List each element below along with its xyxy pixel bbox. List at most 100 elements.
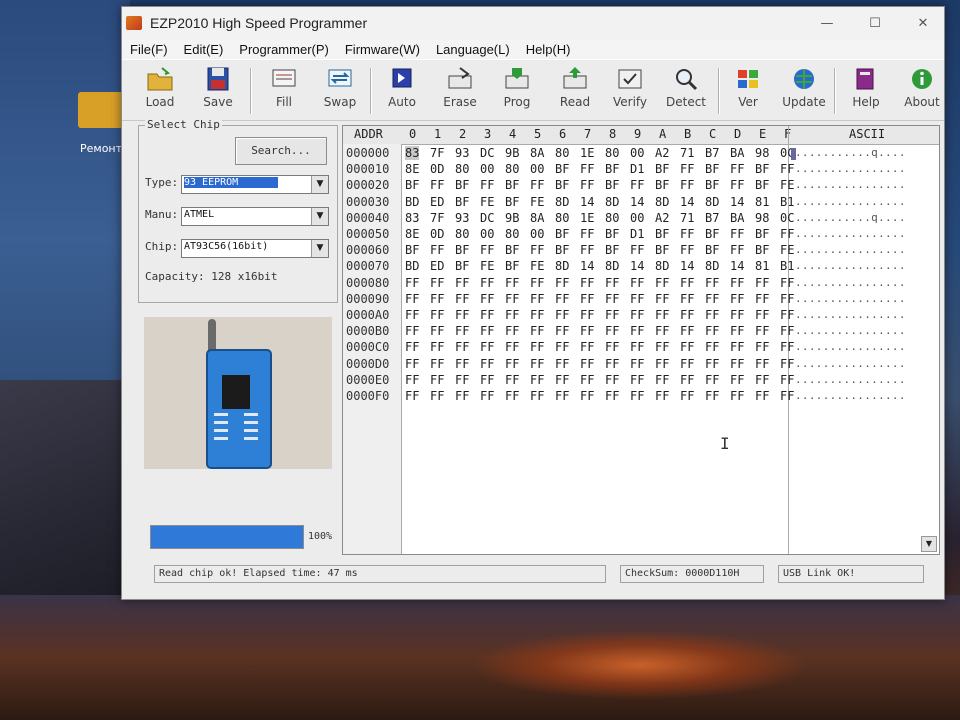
hex-byte[interactable]: 9B (505, 211, 519, 225)
hex-byte[interactable]: BF (605, 162, 619, 176)
hex-byte[interactable]: FF (730, 357, 744, 371)
hex-byte[interactable]: FF (505, 373, 519, 387)
hex-byte[interactable]: 80 (505, 162, 519, 176)
hex-byte[interactable]: FF (680, 373, 694, 387)
hex-byte[interactable]: FF (530, 340, 544, 354)
hex-byte[interactable]: FF (580, 308, 594, 322)
hex-byte[interactable]: 00 (630, 211, 644, 225)
hex-byte[interactable]: FF (580, 162, 594, 176)
hex-byte[interactable]: ED (430, 195, 444, 209)
hex-byte[interactable]: BF (455, 243, 469, 257)
hex-byte[interactable]: FF (605, 373, 619, 387)
ascii-text[interactable]: ................ (795, 389, 906, 402)
hex-byte[interactable]: 80 (505, 227, 519, 241)
hex-byte[interactable]: 8E (405, 227, 419, 241)
hex-byte[interactable]: 00 (480, 227, 494, 241)
hex-byte[interactable]: FF (455, 308, 469, 322)
hex-byte[interactable]: FF (530, 243, 544, 257)
hex-byte[interactable]: FF (755, 292, 769, 306)
hex-byte[interactable]: FF (680, 243, 694, 257)
hex-byte[interactable]: FF (405, 357, 419, 371)
hex-byte[interactable]: 8D (705, 195, 719, 209)
hex-byte[interactable]: FF (655, 308, 669, 322)
hex-byte[interactable]: FF (780, 227, 794, 241)
hex-byte[interactable]: FF (530, 373, 544, 387)
hex-byte[interactable]: BF (455, 195, 469, 209)
hex-byte[interactable]: FF (680, 227, 694, 241)
ascii-text[interactable]: ................ (795, 276, 906, 289)
hex-byte[interactable]: FF (730, 373, 744, 387)
hex-byte[interactable]: 98 (755, 146, 769, 160)
hex-byte[interactable]: BF (655, 243, 669, 257)
auto-button[interactable]: Auto (376, 64, 428, 118)
hex-byte[interactable]: FF (455, 292, 469, 306)
hex-byte[interactable]: FF (505, 308, 519, 322)
ascii-text[interactable]: ................ (795, 243, 906, 256)
hex-byte[interactable]: FF (555, 276, 569, 290)
hex-byte[interactable]: BF (705, 162, 719, 176)
type-select[interactable]: 93 EEPROM ▼ (181, 175, 329, 194)
hex-byte[interactable]: 8D (555, 259, 569, 273)
hex-byte[interactable]: FE (780, 243, 794, 257)
hex-byte[interactable]: FF (730, 292, 744, 306)
hex-byte[interactable]: FF (530, 178, 544, 192)
hex-byte[interactable]: BF (505, 178, 519, 192)
hex-byte[interactable]: 14 (630, 259, 644, 273)
hex-byte[interactable]: FF (580, 373, 594, 387)
hex-byte[interactable]: B1 (780, 195, 794, 209)
hex-byte[interactable]: FF (605, 276, 619, 290)
swap-button[interactable]: Swap (314, 64, 366, 118)
hex-byte[interactable]: FF (405, 324, 419, 338)
hex-byte[interactable]: 14 (730, 259, 744, 273)
hex-byte[interactable]: FF (530, 389, 544, 403)
hex-byte[interactable]: FF (580, 389, 594, 403)
hex-byte[interactable]: FF (580, 243, 594, 257)
hex-byte[interactable]: FF (405, 276, 419, 290)
hex-byte[interactable]: 8D (605, 195, 619, 209)
hex-byte[interactable]: BF (555, 227, 569, 241)
hex-byte[interactable]: FF (505, 357, 519, 371)
hex-byte[interactable]: FF (680, 389, 694, 403)
hex-byte[interactable]: FF (680, 292, 694, 306)
chevron-down-icon[interactable]: ▼ (311, 208, 328, 225)
hex-byte[interactable]: BF (455, 178, 469, 192)
hex-byte[interactable]: FF (580, 357, 594, 371)
hex-byte[interactable]: FF (530, 308, 544, 322)
hex-byte[interactable]: FF (730, 308, 744, 322)
hex-byte[interactable]: FF (755, 357, 769, 371)
hex-byte[interactable]: FF (505, 292, 519, 306)
hex-byte[interactable]: FF (430, 340, 444, 354)
hex-byte[interactable]: FF (555, 324, 569, 338)
hex-byte[interactable]: BF (655, 178, 669, 192)
hex-byte[interactable]: FF (755, 308, 769, 322)
hex-byte[interactable]: B7 (705, 146, 719, 160)
ascii-text[interactable]: ................ (795, 292, 906, 305)
hex-byte[interactable]: 7F (430, 211, 444, 225)
hex-byte[interactable]: BF (705, 227, 719, 241)
hex-byte[interactable]: 83 (405, 146, 420, 160)
hex-byte[interactable]: 1E (580, 146, 594, 160)
hex-byte[interactable]: FF (655, 276, 669, 290)
hex-byte[interactable]: FF (455, 324, 469, 338)
ver-button[interactable]: Ver (722, 64, 774, 118)
hex-byte[interactable]: FF (430, 292, 444, 306)
hex-byte[interactable]: BF (505, 259, 519, 273)
hex-byte[interactable]: 8D (555, 195, 569, 209)
hex-byte[interactable]: 0D (430, 162, 444, 176)
hex-byte[interactable]: FE (780, 178, 794, 192)
hex-byte[interactable]: FF (630, 357, 644, 371)
hex-byte[interactable]: FF (430, 373, 444, 387)
hex-byte[interactable]: FF (780, 357, 794, 371)
hex-byte[interactable]: 80 (555, 146, 569, 160)
hex-byte[interactable]: FF (780, 340, 794, 354)
hex-byte[interactable]: FF (680, 276, 694, 290)
hex-byte[interactable]: 7F (430, 146, 444, 160)
hex-byte[interactable]: FF (705, 276, 719, 290)
hex-byte[interactable]: FF (780, 373, 794, 387)
hex-byte[interactable]: FF (705, 308, 719, 322)
hex-byte[interactable]: FF (680, 178, 694, 192)
hex-byte[interactable]: FF (755, 276, 769, 290)
hex-byte[interactable]: FF (405, 292, 419, 306)
hex-byte[interactable]: FF (580, 340, 594, 354)
hex-byte[interactable]: FE (480, 195, 494, 209)
